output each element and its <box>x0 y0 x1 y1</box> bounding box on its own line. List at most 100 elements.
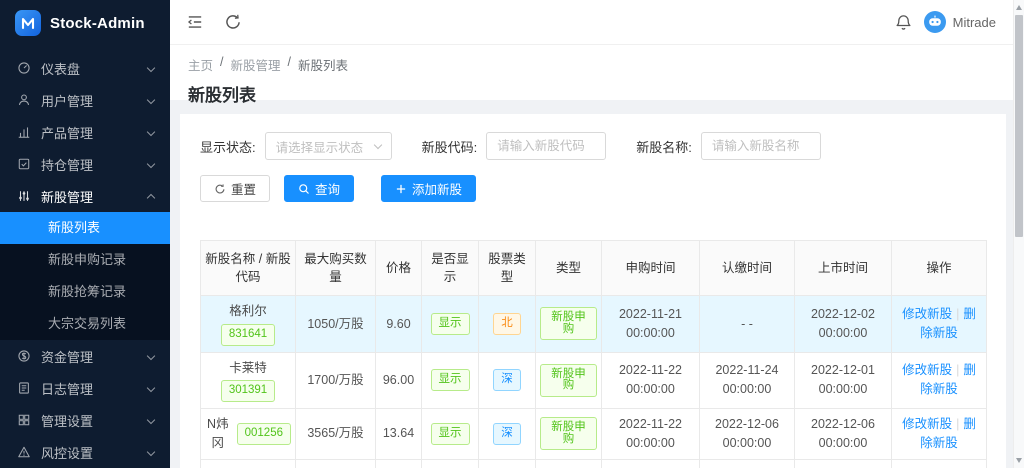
search-icon <box>298 183 310 195</box>
app-logo[interactable]: Stock-Admin <box>0 0 170 46</box>
sidebar-item-positions[interactable]: 持仓管理 <box>0 148 170 180</box>
sidebar-item-new-stock[interactable]: 新股管理 <box>0 180 170 212</box>
cell-apply-time: 2022-11-21 00:00:00 <box>602 296 700 352</box>
visible-badge: 显示 <box>431 423 470 445</box>
stock-type-badge: 北 <box>493 313 521 335</box>
cell-apply-time: 2022-11-22 00:00:00 <box>602 352 700 408</box>
cell-pay-time: 2022-11-25 <box>700 459 795 468</box>
sidebar-item-label: 产品管理 <box>41 123 93 142</box>
notification-bell-icon[interactable] <box>895 14 912 31</box>
chevron-down-icon <box>147 64 155 72</box>
edit-stock-link[interactable]: 修改新股 <box>902 307 952 321</box>
cell-stock-type: 沪 <box>479 459 536 468</box>
edit-stock-link[interactable]: 修改新股 <box>902 417 952 431</box>
submenu-item-rush-records[interactable]: 新股抢筹记录 <box>0 276 170 308</box>
cell-stock-type: 深 <box>479 352 536 408</box>
sidebar-item-label: 新股管理 <box>41 187 93 206</box>
stock-code-badge: 001256 <box>237 423 291 445</box>
chevron-down-icon <box>147 352 155 360</box>
col-stock-type: 股票类型 <box>479 241 536 296</box>
cell-name-code: 三未信安 <box>201 459 296 468</box>
cell-stock-type: 北 <box>479 296 536 352</box>
sidebar-item-logs[interactable]: 日志管理 <box>0 372 170 404</box>
sidebar-item-funds[interactable]: 资金管理 <box>0 340 170 372</box>
dashboard-icon <box>17 61 31 75</box>
code-input[interactable] <box>486 132 606 160</box>
sidebar-item-users[interactable]: 用户管理 <box>0 84 170 116</box>
type-badge: 新股申购 <box>540 364 597 397</box>
page-scrollbar[interactable] <box>1013 0 1024 468</box>
chevron-up-icon <box>147 194 155 202</box>
breadcrumb-separator: / <box>288 55 291 74</box>
action-divider: | <box>956 307 959 321</box>
visible-badge: 显示 <box>431 313 470 335</box>
col-price: 价格 <box>376 241 422 296</box>
status-select[interactable]: 请选择显示状态 <box>265 132 392 160</box>
cell-max-buy: 1014/万股 <box>296 459 376 468</box>
stock-type-badge: 深 <box>493 423 521 445</box>
new-stock-submenu: 新股列表 新股申购记录 新股抢筹记录 大宗交易列表 <box>0 212 170 340</box>
scrollbar-thumb[interactable] <box>1015 15 1023 237</box>
cell-price: 78.00 <box>376 459 422 468</box>
main-area: Mitrade 主页 / 新股管理 / 新股列表 新股列表 显示状态: 请选择显… <box>170 0 1024 468</box>
add-new-stock-button[interactable]: 添加新股 <box>381 175 476 202</box>
breadcrumb-home[interactable]: 主页 <box>188 55 213 74</box>
name-input[interactable] <box>701 132 821 160</box>
edit-stock-link[interactable]: 修改新股 <box>902 363 952 377</box>
user-menu[interactable]: Mitrade <box>924 11 996 33</box>
sidebar-item-products[interactable]: 产品管理 <box>0 116 170 148</box>
reset-button[interactable]: 重置 <box>200 175 270 202</box>
table-row: 三未信安 1014/万股 78.00 显示 沪 新股申购 2022-11-23 … <box>201 459 987 468</box>
submenu-item-subscription-records[interactable]: 新股申购记录 <box>0 244 170 276</box>
sidebar-item-admin-settings[interactable]: 管理设置 <box>0 404 170 436</box>
scrollbar-down-arrow[interactable] <box>1016 458 1022 463</box>
cell-list-time: 2022-12-01 00:00:00 <box>795 352 892 408</box>
grid-icon <box>17 413 31 427</box>
list-card: 显示状态: 请选择显示状态 新股代码: 新股名称: <box>180 114 1006 468</box>
stock-name: 格利尔 <box>205 302 291 321</box>
cell-pay-time: - - <box>700 296 795 352</box>
col-visible: 是否显示 <box>422 241 479 296</box>
name-filter-label: 新股名称: <box>636 137 692 156</box>
cell-name-code: N炜冈 001256 <box>201 408 296 459</box>
cell-list-time: 2022-12-02 <box>795 459 892 468</box>
refresh-icon[interactable] <box>224 13 242 31</box>
cell-type: 新股申购 <box>536 408 602 459</box>
submenu-item-block-trade-list[interactable]: 大宗交易列表 <box>0 308 170 340</box>
sidebar-menu: 仪表盘 用户管理 产品管理 持仓管理 <box>0 46 170 468</box>
table-row: 格利尔 831641 1050/万股 9.60 显示 北 新股申购 2022-1… <box>201 296 987 352</box>
col-list-time: 上市时间 <box>795 241 892 296</box>
app-title: Stock-Admin <box>50 15 145 32</box>
filter-status-group: 显示状态: 请选择显示状态 <box>200 132 392 160</box>
top-bar-right: Mitrade <box>895 11 996 33</box>
plus-icon <box>395 183 407 195</box>
code-filter-label: 新股代码: <box>422 137 478 156</box>
bar-chart-icon <box>17 125 31 139</box>
holdings-box-icon <box>17 157 31 171</box>
sliders-icon <box>17 189 31 203</box>
menu-fold-icon[interactable] <box>186 13 204 31</box>
brand-logo-icon <box>15 10 41 36</box>
chevron-down-icon <box>373 141 381 149</box>
cell-visible: 显示 <box>422 408 479 459</box>
reset-button-label: 重置 <box>231 179 256 198</box>
cell-max-buy: 3565/万股 <box>296 408 376 459</box>
breadcrumb-new-stock-mgmt[interactable]: 新股管理 <box>231 55 281 74</box>
scrollbar-up-arrow[interactable] <box>1016 5 1022 10</box>
type-badge: 新股申购 <box>540 417 597 450</box>
cell-type: 新股申购 <box>536 296 602 352</box>
submenu-item-new-stock-list[interactable]: 新股列表 <box>0 212 170 244</box>
sidebar-item-dashboard[interactable]: 仪表盘 <box>0 52 170 84</box>
cell-pay-time: 2022-11-24 00:00:00 <box>700 352 795 408</box>
chevron-down-icon <box>147 128 155 136</box>
cell-type: 新股申购 <box>536 459 602 468</box>
cell-price: 96.00 <box>376 352 422 408</box>
search-button[interactable]: 查询 <box>284 175 354 202</box>
chevron-down-icon <box>147 384 155 392</box>
cell-actions: 修改新股|删除新股 <box>892 352 987 408</box>
sidebar-item-risk-settings[interactable]: 风控设置 <box>0 436 170 468</box>
chevron-down-icon <box>147 96 155 104</box>
avatar <box>924 11 946 33</box>
col-pay-time: 认缴时间 <box>700 241 795 296</box>
col-apply-time: 申购时间 <box>602 241 700 296</box>
